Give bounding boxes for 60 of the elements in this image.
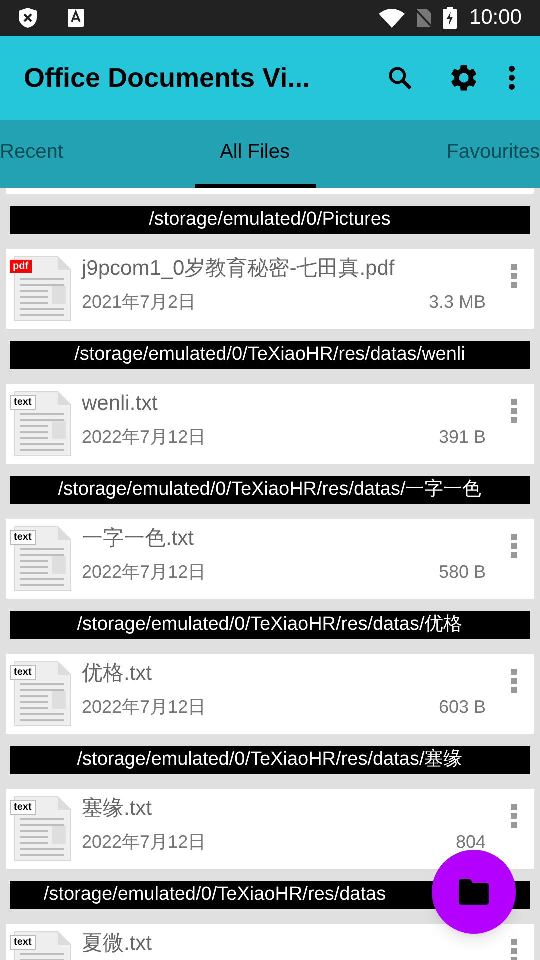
- file-list-item[interactable]: text 一字一色.txt 2022年7月12日 580 B: [6, 519, 534, 599]
- file-size: 580 B: [438, 561, 486, 584]
- file-size: 603 B: [438, 696, 486, 719]
- file-type-badge: text: [10, 395, 36, 410]
- file-date: 2021年7月2日: [82, 291, 196, 314]
- file-size: 804: [456, 831, 486, 854]
- file-date: 2022年7月12日: [82, 561, 206, 584]
- file-name: 优格.txt: [82, 661, 154, 687]
- file-date: 2022年7月12日: [82, 426, 206, 449]
- file-list-item[interactable]: text 夏微.txt: [6, 924, 534, 960]
- item-menu-button[interactable]: [510, 803, 518, 831]
- file-list-item[interactable]: text wenli.txt 2022年7月12日 391 B: [6, 384, 534, 464]
- more-options-icon: [510, 668, 518, 694]
- app-notification-icon: [68, 9, 84, 27]
- document-icon: [14, 796, 72, 862]
- file-list-item[interactable]: text 优格.txt 2022年7月12日 603 B: [6, 654, 534, 734]
- item-menu-button[interactable]: [510, 533, 518, 561]
- shield-icon: [18, 7, 38, 29]
- file-list-item[interactable]: text 塞缘.txt 2022年7月12日 804: [6, 789, 534, 869]
- no-sim-icon: [415, 8, 434, 28]
- file-size: 3.3 MB: [428, 291, 486, 314]
- file-date: 2022年7月12日: [82, 696, 206, 719]
- document-icon: [14, 256, 72, 322]
- folder-path-header: /storage/emulated/0/Pictures: [10, 206, 530, 234]
- file-name: wenli.txt: [82, 391, 159, 417]
- file-name: 一字一色.txt: [82, 526, 196, 552]
- app-title: Office Documents Vi...: [24, 62, 312, 95]
- item-menu-button[interactable]: [510, 938, 518, 960]
- wifi-icon: [379, 8, 406, 28]
- folder-icon: [459, 879, 489, 905]
- file-name: j9pcom1_0岁教育秘密-七田真.pdf: [82, 256, 396, 282]
- more-options-icon: [510, 803, 518, 829]
- status-time: 10:00: [469, 5, 522, 32]
- more-options-icon: [510, 263, 518, 289]
- more-options-icon: [508, 65, 516, 91]
- document-icon: [14, 661, 72, 727]
- file-type-badge: text: [10, 800, 36, 815]
- file-type-badge: pdf: [10, 260, 32, 273]
- item-menu-button[interactable]: [510, 668, 518, 696]
- item-menu-button[interactable]: [510, 398, 518, 426]
- folder-path-header: /storage/emulated/0/TeXiaoHR/res/datas/一字一色: [10, 476, 530, 504]
- file-name: 夏微.txt: [82, 931, 154, 957]
- more-options-icon: [510, 938, 518, 960]
- document-icon: [14, 526, 72, 592]
- file-name: 塞缘.txt: [82, 796, 154, 822]
- file-list-item[interactable]: pdf j9pcom1_0岁教育秘密-七田真.pdf 2021年7月2日 3.3 MB: [6, 249, 534, 329]
- file-type-badge: text: [10, 530, 36, 545]
- item-menu-button[interactable]: [510, 263, 518, 291]
- folder-path-header: /storage/emulated/0/TeXiaoHR/res/datas/塞缘: [10, 746, 530, 774]
- document-icon: [14, 391, 72, 457]
- file-type-badge: text: [10, 935, 36, 950]
- more-options-icon: [510, 533, 518, 559]
- folder-path-header: /storage/emulated/0/TeXiaoHR/res/datas/wenli: [10, 341, 530, 369]
- file-size: 391 B: [438, 426, 486, 449]
- folder-path-header: /storage/emulated/0/TeXiaoHR/res/datas/优格: [10, 611, 530, 639]
- more-options-icon: [510, 398, 518, 424]
- file-date: 2022年7月12日: [82, 831, 206, 854]
- battery-charging-icon: [443, 7, 458, 29]
- file-type-badge: text: [10, 665, 36, 680]
- search-icon: [386, 64, 414, 92]
